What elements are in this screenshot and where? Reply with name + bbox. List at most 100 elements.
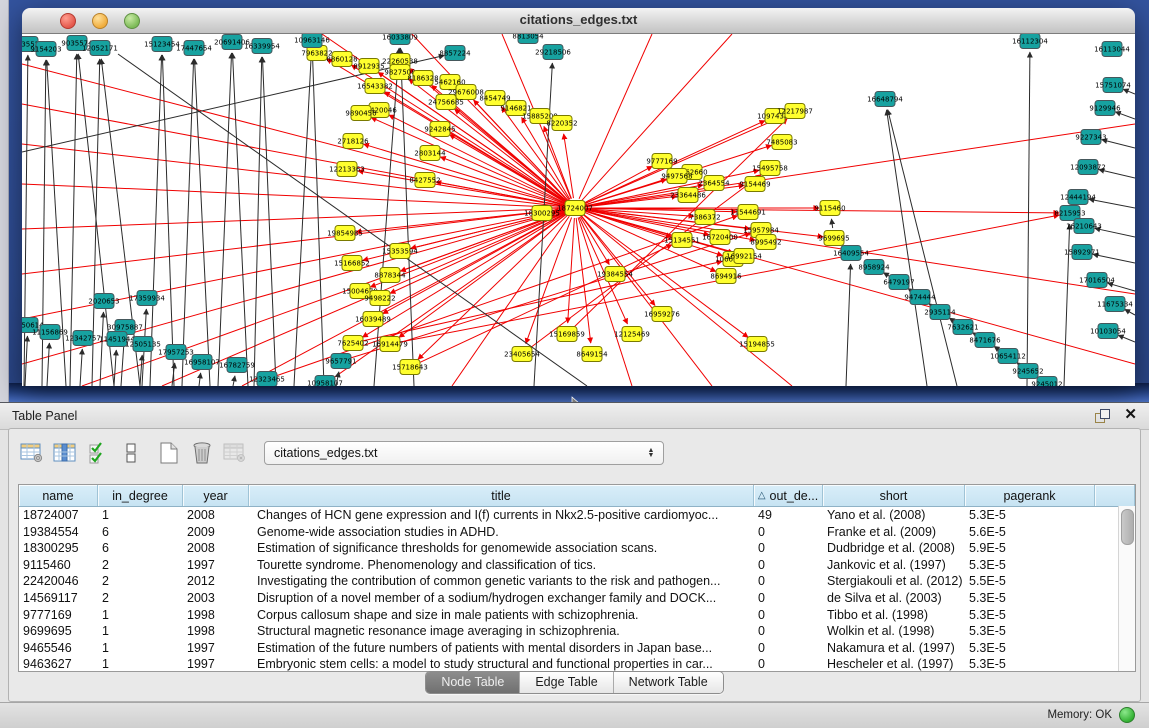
graph-node[interactable]: 8649154 bbox=[576, 347, 608, 362]
window-title-bar[interactable]: citations_edges.txt bbox=[22, 8, 1135, 34]
graph-node[interactable]: 7625402 bbox=[337, 336, 368, 351]
table-cell: 0 bbox=[754, 573, 823, 590]
graph-node[interactable]: 15892971 bbox=[1064, 245, 1100, 260]
graph-node[interactable]: 12444194 bbox=[1060, 190, 1096, 205]
graph-node[interactable]: 11544691 bbox=[730, 205, 766, 220]
graph-node[interactable]: 17359934 bbox=[129, 291, 165, 306]
close-panel-icon[interactable]: ✕ bbox=[1124, 406, 1137, 424]
graph-node[interactable]: 16112304 bbox=[1012, 34, 1048, 49]
graph-node[interactable]: 16039489 bbox=[355, 312, 391, 327]
graph-node[interactable]: 15718643 bbox=[392, 360, 428, 375]
graph-node[interactable]: 15194855 bbox=[739, 337, 775, 352]
scrollbar-thumb[interactable] bbox=[1121, 509, 1134, 545]
column-header-title[interactable]: title bbox=[249, 485, 754, 506]
graph-node[interactable]: 17957253 bbox=[158, 345, 194, 360]
column-header-pagerank[interactable]: pagerank bbox=[965, 485, 1095, 506]
row-height-icon[interactable] bbox=[118, 440, 144, 466]
column-header-name[interactable]: name bbox=[19, 485, 98, 506]
import-table-icon[interactable] bbox=[222, 440, 248, 466]
column-header-short[interactable]: short bbox=[823, 485, 965, 506]
table-row[interactable]: 1872400712008Changes of HCN gene express… bbox=[19, 507, 1135, 524]
table-cell: 2008 bbox=[183, 507, 249, 524]
graph-node[interactable]: 9115460 bbox=[814, 201, 845, 216]
graph-node[interactable]: 6479197 bbox=[883, 275, 914, 290]
graph-node[interactable]: 12093872 bbox=[1070, 160, 1106, 175]
graph-node[interactable]: 12125469 bbox=[614, 327, 650, 342]
graph-node[interactable]: 8471676 bbox=[969, 333, 1001, 348]
svg-text:9777169: 9777169 bbox=[646, 158, 677, 166]
graph-node[interactable]: 16033809 bbox=[382, 34, 418, 45]
graph-node[interactable]: 18300295 bbox=[524, 206, 560, 221]
graph-node[interactable]: 16409554 bbox=[833, 246, 869, 261]
graph-node[interactable]: 9154469 bbox=[739, 177, 770, 192]
table-row[interactable]: 1938455462009Genome-wide association stu… bbox=[19, 524, 1135, 541]
graph-node[interactable]: 17016504 bbox=[1079, 273, 1115, 288]
table-row[interactable]: 977716911998Corpus callosum shape and si… bbox=[19, 607, 1135, 624]
svg-text:8220352: 8220352 bbox=[546, 120, 577, 128]
graph-node[interactable]: 15166852 bbox=[334, 256, 370, 271]
graph-node[interactable]: 9699695 bbox=[818, 231, 849, 246]
new-column-icon[interactable] bbox=[156, 440, 182, 466]
graph-node[interactable]: 16782759 bbox=[219, 358, 255, 373]
graph-node[interactable]: 8912935 bbox=[353, 59, 384, 74]
graph-node[interactable]: 9657791 bbox=[325, 354, 356, 369]
graph-node[interactable]: 11675334 bbox=[1097, 297, 1133, 312]
graph-node[interactable]: 16959276 bbox=[644, 307, 680, 322]
graph-node[interactable]: 12213363 bbox=[329, 162, 365, 177]
table-row[interactable]: 911546021997Tourette syndrome. Phenomeno… bbox=[19, 557, 1135, 574]
graph-node[interactable]: 8958924 bbox=[858, 260, 890, 275]
table-row[interactable]: 1456911722003Disruption of a novel membe… bbox=[19, 590, 1135, 607]
table-cell: 2 bbox=[98, 590, 183, 607]
network-canvas[interactable]: 1872400718300295796382288601288912935222… bbox=[22, 34, 1135, 386]
graph-node[interactable]: 9242845 bbox=[424, 122, 455, 137]
table-panel-title: Table Panel bbox=[12, 409, 77, 423]
graph-node[interactable]: 8878344 bbox=[374, 268, 406, 283]
table-toolbar: f(x) bbox=[19, 439, 293, 467]
table-cell: 0 bbox=[754, 590, 823, 607]
table-row[interactable]: 969969511998Structural magnetic resonanc… bbox=[19, 623, 1135, 640]
vertical-scrollbar[interactable] bbox=[1118, 506, 1135, 671]
graph-node[interactable]: 7485083 bbox=[766, 135, 797, 150]
tab-edge-table[interactable]: Edge Table bbox=[519, 672, 612, 693]
graph-node[interactable]: 19854985 bbox=[327, 226, 363, 241]
tab-node-table[interactable]: Node Table bbox=[426, 672, 519, 693]
graph-node[interactable]: 16958107 bbox=[184, 355, 220, 370]
svg-text:10103054: 10103054 bbox=[1090, 328, 1126, 336]
table-row[interactable]: 946554611997Estimation of the future num… bbox=[19, 640, 1135, 657]
svg-text:9497568: 9497568 bbox=[661, 173, 692, 181]
tab-network-table[interactable]: Network Table bbox=[613, 672, 723, 693]
table-selector-dropdown[interactable]: citations_edges.txt ▲▼ bbox=[264, 441, 664, 465]
graph-node[interactable]: 15169859 bbox=[549, 327, 585, 342]
graph-node[interactable]: 9129946 bbox=[1089, 101, 1121, 116]
graph-node[interactable]: 8813054 bbox=[512, 34, 544, 44]
graph-node[interactable]: 7632621 bbox=[947, 320, 978, 335]
column-header-year[interactable]: year bbox=[183, 485, 249, 506]
graph-node[interactable]: 15495758 bbox=[752, 161, 788, 176]
network-view[interactable]: 1872400718300295796382288601288912935222… bbox=[22, 34, 1135, 386]
graph-node[interactable]: 16113044 bbox=[1094, 42, 1130, 57]
graph-node[interactable]: 8857224 bbox=[439, 46, 471, 61]
column-header-out_degree[interactable]: △out_de... bbox=[754, 485, 823, 506]
graph-node[interactable]: 2803144 bbox=[414, 146, 446, 161]
graph-node[interactable]: 17447654 bbox=[176, 41, 212, 56]
delete-icon[interactable] bbox=[189, 440, 215, 466]
attribute-table-settings-icon[interactable] bbox=[19, 440, 45, 466]
graph-node[interactable]: 10654112 bbox=[990, 349, 1026, 364]
table-row[interactable]: 946362711997Embryonic stem cells: a mode… bbox=[19, 656, 1135, 671]
svg-text:12323465: 12323465 bbox=[249, 376, 285, 384]
graph-node[interactable]: 9474444 bbox=[904, 290, 936, 305]
graph-node[interactable]: 2020653 bbox=[88, 294, 119, 309]
table-row[interactable]: 2242004622012Investigating the contribut… bbox=[19, 573, 1135, 590]
graph-node[interactable]: 8427552 bbox=[409, 173, 440, 188]
select-columns-icon[interactable] bbox=[85, 440, 111, 466]
graph-node[interactable]: 29218506 bbox=[535, 45, 571, 60]
graph-node[interactable]: 2718126 bbox=[337, 134, 369, 149]
column-header-in_degree[interactable]: in_degree bbox=[98, 485, 183, 506]
graph-node[interactable]: 9777169 bbox=[646, 154, 677, 169]
float-panel-icon[interactable] bbox=[1095, 409, 1109, 423]
svg-text:8857224: 8857224 bbox=[439, 50, 471, 58]
graph-node[interactable]: 16648794 bbox=[867, 92, 903, 107]
table-row[interactable]: 1830029562008Estimation of significance … bbox=[19, 540, 1135, 557]
graph-node[interactable]: 15123454 bbox=[144, 37, 180, 52]
show-columns-icon[interactable] bbox=[52, 440, 78, 466]
